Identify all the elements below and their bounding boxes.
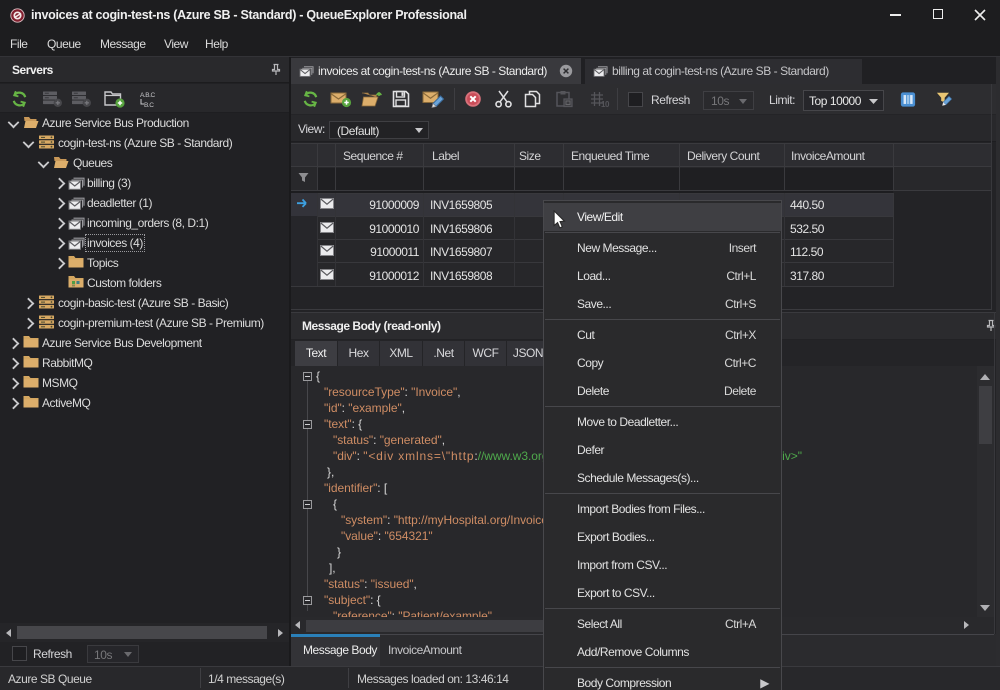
svg-text:B.C: B.C: [144, 102, 154, 109]
svg-text:A.B.C: A.B.C: [140, 92, 155, 99]
svg-text:10: 10: [601, 100, 610, 108]
